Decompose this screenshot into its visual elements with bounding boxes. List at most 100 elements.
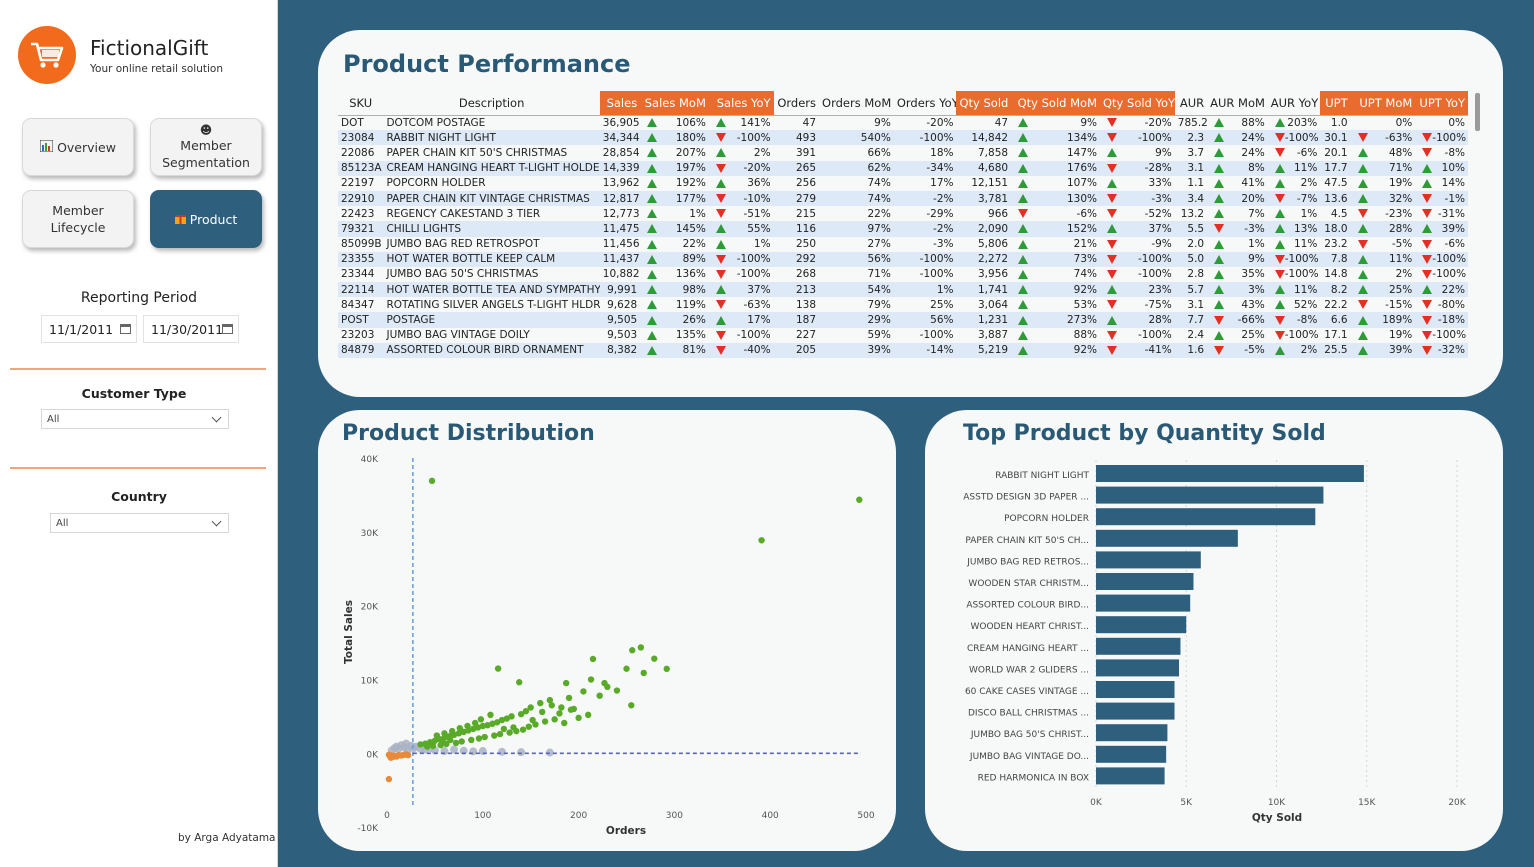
column-header-aur[interactable]: AUR [1174,91,1208,116]
data-point[interactable] [433,732,441,739]
start-date-input[interactable]: 11/1/2011 [41,315,137,343]
data-point[interactable] [428,477,436,485]
column-header-orders-yoy[interactable]: Orders YoY [893,91,957,116]
data-point[interactable] [456,724,464,732]
data-point[interactable] [497,747,506,756]
data-point[interactable] [629,647,636,654]
column-header-upt-mom[interactable]: UPT MoM [1350,91,1416,116]
data-point[interactable] [404,751,412,759]
column-header-description[interactable]: Description [383,91,600,116]
table-row[interactable]: 85099B JUMBO BAG RED RETROSPOT 11,456 22% 1%… [338,237,1468,252]
data-point[interactable] [519,726,527,733]
data-point[interactable] [541,718,549,725]
data-point[interactable] [567,706,575,713]
data-point[interactable] [471,719,479,727]
data-point[interactable] [556,710,563,717]
data-point[interactable] [439,738,446,746]
table-row[interactable]: 84347 ROTATING SILVER ANGELS T-LIGHT HLDR… [338,297,1468,312]
table-row[interactable]: 84879 ASSORTED COLOUR BIRD ORNAMENT 8,382 8… [338,342,1468,358]
table-scrollbar[interactable] [1475,93,1480,131]
top-product-bar-chart[interactable]: 0K 5K 10K 15K 20K Qty Sold RABBIT NIGHT LIGHT A… [925,410,1503,851]
bar[interactable] [1096,702,1175,720]
bar[interactable] [1096,508,1316,526]
column-header-qty-sold-yoy[interactable]: Qty Sold YoY [1100,91,1175,116]
column-header-orders[interactable]: Orders [773,91,820,116]
calendar-icon[interactable] [222,324,233,334]
table-row[interactable]: 23084 RABBIT NIGHT LIGHT 34,344 180% -100% 49… [338,130,1468,146]
data-point[interactable] [758,537,765,544]
column-header-aur-yoy[interactable]: AUR YoY [1267,91,1321,116]
data-point[interactable] [613,687,621,694]
bar[interactable] [1096,529,1238,547]
data-point[interactable] [429,742,437,750]
data-point[interactable] [506,729,513,736]
data-point[interactable] [496,730,504,738]
bar[interactable] [1096,465,1364,482]
data-point[interactable] [510,724,517,731]
data-point[interactable] [477,716,485,723]
bar[interactable] [1096,486,1324,504]
data-point[interactable] [385,775,393,783]
table-row[interactable]: 22197 POPCORN HOLDER 13,962 192% 36% 256 74% 17… [338,176,1468,191]
calendar-icon[interactable] [120,324,131,334]
data-point[interactable] [538,708,546,716]
end-date-input[interactable]: 11/30/2011 [143,315,239,343]
data-point[interactable] [537,699,544,707]
nav-member-segmentation-button[interactable]: ☻ Member Segmentation [150,118,262,176]
table-row[interactable]: 85123A CREAM HANGING HEART T-LIGHT HOLDER… [338,160,1468,176]
bar[interactable] [1096,616,1187,634]
data-point[interactable] [417,741,424,748]
data-point[interactable] [458,738,465,745]
table-row[interactable]: 23203 JUMBO BAG VINTAGE DOILY 9,503 135% -10… [338,328,1468,343]
data-point[interactable] [565,694,573,702]
column-header-upt[interactable]: UPT [1320,91,1351,116]
column-header-sales[interactable]: Sales [599,91,641,116]
column-header-aur-mom[interactable]: AUR MoM [1207,91,1268,116]
data-point[interactable] [464,722,471,730]
data-point[interactable] [517,710,525,718]
table-row[interactable]: POST POSTAGE 9,505 26% 17% 187 29% 56% 1,231 273%… [338,312,1468,328]
data-point[interactable] [856,496,863,503]
column-header-upt-yoy[interactable]: UPT YoY [1415,91,1468,116]
data-point[interactable] [604,683,611,691]
data-point[interactable] [575,714,582,722]
column-header-orders-mom[interactable]: Orders MoM [819,91,894,116]
customer-type-dropdown[interactable]: All [41,409,229,429]
data-point[interactable] [452,739,460,747]
bar[interactable] [1096,767,1165,785]
data-point[interactable] [448,727,456,735]
product-distribution-scatter-chart[interactable]: -10K 0K 10K 20K 30K 40K 0 100 200 300 400 500 Orders… [318,410,896,851]
data-point[interactable] [640,669,647,677]
data-point[interactable] [548,702,555,709]
data-point[interactable] [500,725,508,733]
data-point[interactable] [558,704,565,711]
table-row[interactable]: 22910 PAPER CHAIN KIT VINTAGE CHRISTMAS 12… [338,190,1468,207]
data-point[interactable] [663,665,670,673]
bar[interactable] [1096,659,1180,677]
column-header-qty-sold-mom[interactable]: Qty Sold MoM [1011,91,1100,116]
bar[interactable] [1096,745,1167,763]
column-header-sales-yoy[interactable]: Sales YoY [708,91,774,116]
data-point[interactable] [584,711,592,719]
bar[interactable] [1096,637,1181,655]
data-point[interactable] [469,747,478,756]
column-header-sales-mom[interactable]: Sales MoM [640,91,709,116]
data-point[interactable] [441,730,448,737]
data-point[interactable] [517,748,526,757]
data-point[interactable] [447,736,454,744]
data-point[interactable] [468,736,475,744]
data-point[interactable] [450,745,459,754]
bar[interactable] [1096,573,1194,590]
data-point[interactable] [562,679,570,687]
column-header-sku[interactable]: SKU [338,91,384,116]
column-header-qty-sold[interactable]: Qty Sold [956,91,1012,116]
table-row[interactable]: 22423 REGENCY CAKESTAND 3 TIER 12,773 1% -51… [338,206,1468,221]
data-point[interactable] [529,716,536,724]
country-dropdown[interactable]: All [50,513,229,533]
data-point[interactable] [651,655,658,662]
data-point[interactable] [525,723,532,730]
table-row[interactable]: 23344 JUMBO BAG 50'S CHRISTMAS 10,882 136% -… [338,267,1468,282]
data-point[interactable] [637,644,645,651]
bar[interactable] [1096,681,1175,698]
data-point[interactable] [424,743,431,750]
